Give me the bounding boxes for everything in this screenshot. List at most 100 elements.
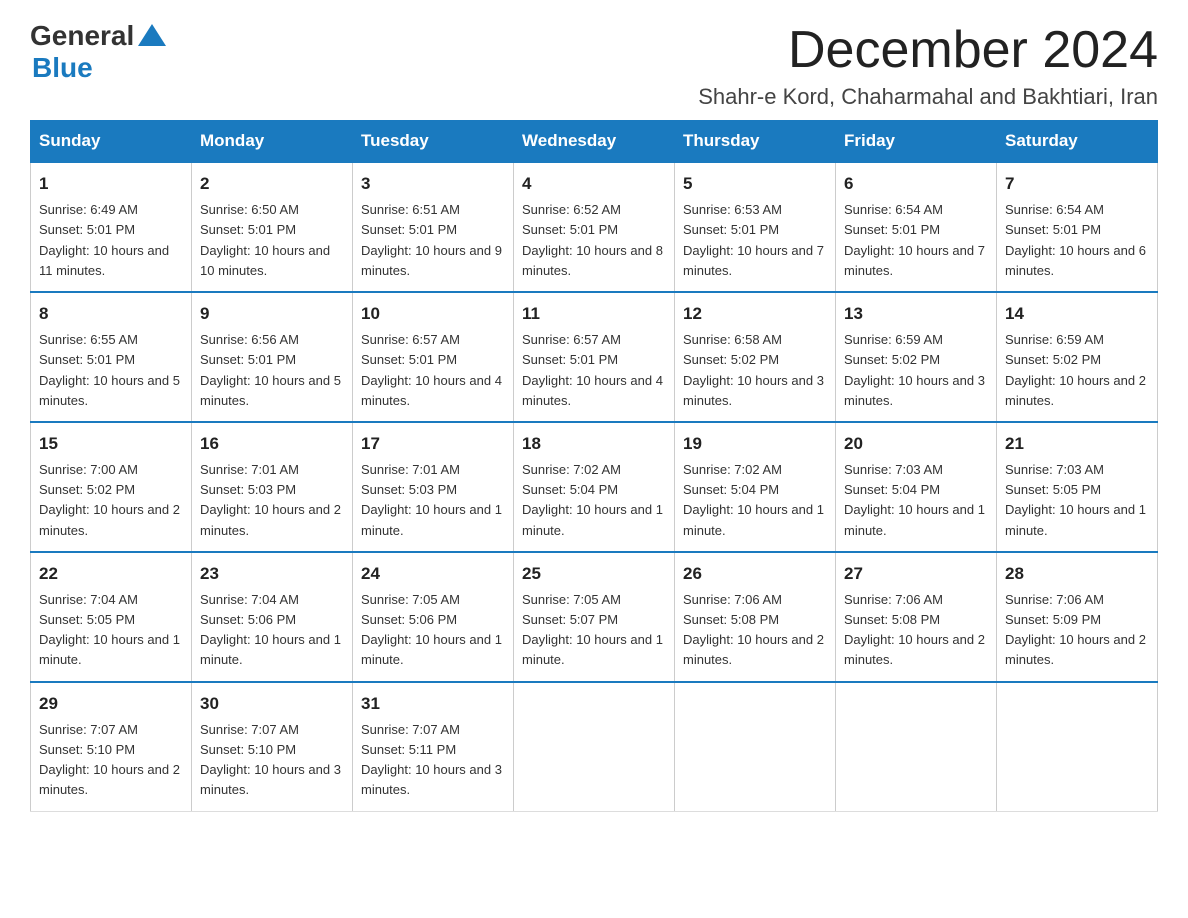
daylight-text: Daylight: 10 hours and 1 minute. [361, 502, 502, 537]
calendar-cell: 2 Sunrise: 6:50 AM Sunset: 5:01 PM Dayli… [192, 162, 353, 292]
sunrise-text: Sunrise: 6:54 AM [844, 202, 943, 217]
calendar-cell: 10 Sunrise: 6:57 AM Sunset: 5:01 PM Dayl… [353, 292, 514, 422]
sunset-text: Sunset: 5:02 PM [683, 352, 779, 367]
sunrise-text: Sunrise: 7:07 AM [361, 722, 460, 737]
day-number: 24 [361, 561, 505, 587]
calendar-cell: 8 Sunrise: 6:55 AM Sunset: 5:01 PM Dayli… [31, 292, 192, 422]
calendar-cell: 21 Sunrise: 7:03 AM Sunset: 5:05 PM Dayl… [997, 422, 1158, 552]
calendar-cell: 23 Sunrise: 7:04 AM Sunset: 5:06 PM Dayl… [192, 552, 353, 682]
calendar-cell: 25 Sunrise: 7:05 AM Sunset: 5:07 PM Dayl… [514, 552, 675, 682]
sunrise-text: Sunrise: 6:57 AM [522, 332, 621, 347]
daylight-text: Daylight: 10 hours and 5 minutes. [39, 373, 180, 408]
sunset-text: Sunset: 5:01 PM [1005, 222, 1101, 237]
daylight-text: Daylight: 10 hours and 1 minute. [683, 502, 824, 537]
daylight-text: Daylight: 10 hours and 4 minutes. [361, 373, 502, 408]
daylight-text: Daylight: 10 hours and 3 minutes. [844, 373, 985, 408]
day-number: 12 [683, 301, 827, 327]
sunrise-text: Sunrise: 7:04 AM [200, 592, 299, 607]
day-number: 26 [683, 561, 827, 587]
sunset-text: Sunset: 5:02 PM [844, 352, 940, 367]
daylight-text: Daylight: 10 hours and 6 minutes. [1005, 243, 1146, 278]
logo: General Blue [30, 20, 166, 84]
calendar-cell: 7 Sunrise: 6:54 AM Sunset: 5:01 PM Dayli… [997, 162, 1158, 292]
calendar-cell: 26 Sunrise: 7:06 AM Sunset: 5:08 PM Dayl… [675, 552, 836, 682]
sunset-text: Sunset: 5:01 PM [683, 222, 779, 237]
day-number: 16 [200, 431, 344, 457]
calendar-cell [514, 682, 675, 811]
day-number: 27 [844, 561, 988, 587]
daylight-text: Daylight: 10 hours and 1 minute. [844, 502, 985, 537]
day-number: 13 [844, 301, 988, 327]
sunrise-text: Sunrise: 7:07 AM [39, 722, 138, 737]
sunset-text: Sunset: 5:08 PM [844, 612, 940, 627]
sunset-text: Sunset: 5:03 PM [361, 482, 457, 497]
sunrise-text: Sunrise: 6:57 AM [361, 332, 460, 347]
sunrise-text: Sunrise: 7:02 AM [522, 462, 621, 477]
day-number: 9 [200, 301, 344, 327]
calendar-cell: 5 Sunrise: 6:53 AM Sunset: 5:01 PM Dayli… [675, 162, 836, 292]
sunset-text: Sunset: 5:01 PM [361, 222, 457, 237]
sunrise-text: Sunrise: 7:00 AM [39, 462, 138, 477]
sunrise-text: Sunrise: 6:53 AM [683, 202, 782, 217]
day-number: 10 [361, 301, 505, 327]
sunset-text: Sunset: 5:04 PM [844, 482, 940, 497]
column-header-monday: Monday [192, 121, 353, 163]
sunrise-text: Sunrise: 6:49 AM [39, 202, 138, 217]
daylight-text: Daylight: 10 hours and 11 minutes. [39, 243, 169, 278]
main-title: December 2024 [698, 20, 1158, 80]
day-number: 19 [683, 431, 827, 457]
daylight-text: Daylight: 10 hours and 1 minute. [522, 632, 663, 667]
calendar-cell: 19 Sunrise: 7:02 AM Sunset: 5:04 PM Dayl… [675, 422, 836, 552]
sunrise-text: Sunrise: 7:01 AM [200, 462, 299, 477]
sunrise-text: Sunrise: 6:50 AM [200, 202, 299, 217]
day-number: 17 [361, 431, 505, 457]
calendar-cell [836, 682, 997, 811]
day-number: 15 [39, 431, 183, 457]
sunset-text: Sunset: 5:08 PM [683, 612, 779, 627]
sunset-text: Sunset: 5:05 PM [39, 612, 135, 627]
sunset-text: Sunset: 5:04 PM [522, 482, 618, 497]
day-number: 31 [361, 691, 505, 717]
column-header-saturday: Saturday [997, 121, 1158, 163]
sunrise-text: Sunrise: 6:59 AM [844, 332, 943, 347]
sunset-text: Sunset: 5:01 PM [39, 352, 135, 367]
sunset-text: Sunset: 5:03 PM [200, 482, 296, 497]
sunset-text: Sunset: 5:06 PM [200, 612, 296, 627]
sunset-text: Sunset: 5:05 PM [1005, 482, 1101, 497]
day-number: 3 [361, 171, 505, 197]
logo-blue-text: Blue [32, 52, 93, 84]
sunrise-text: Sunrise: 6:58 AM [683, 332, 782, 347]
sunset-text: Sunset: 5:10 PM [200, 742, 296, 757]
daylight-text: Daylight: 10 hours and 3 minutes. [683, 373, 824, 408]
day-number: 25 [522, 561, 666, 587]
calendar-cell [997, 682, 1158, 811]
sunrise-text: Sunrise: 7:03 AM [1005, 462, 1104, 477]
sunrise-text: Sunrise: 6:51 AM [361, 202, 460, 217]
logo-triangle-icon [138, 24, 166, 46]
calendar-cell: 30 Sunrise: 7:07 AM Sunset: 5:10 PM Dayl… [192, 682, 353, 811]
day-number: 2 [200, 171, 344, 197]
calendar-week-row: 1 Sunrise: 6:49 AM Sunset: 5:01 PM Dayli… [31, 162, 1158, 292]
sunrise-text: Sunrise: 6:56 AM [200, 332, 299, 347]
sunrise-text: Sunrise: 7:01 AM [361, 462, 460, 477]
daylight-text: Daylight: 10 hours and 1 minute. [361, 632, 502, 667]
sunset-text: Sunset: 5:01 PM [522, 352, 618, 367]
day-number: 4 [522, 171, 666, 197]
daylight-text: Daylight: 10 hours and 2 minutes. [200, 502, 341, 537]
daylight-text: Daylight: 10 hours and 10 minutes. [200, 243, 330, 278]
calendar-cell: 1 Sunrise: 6:49 AM Sunset: 5:01 PM Dayli… [31, 162, 192, 292]
sunrise-text: Sunrise: 6:52 AM [522, 202, 621, 217]
calendar-week-row: 29 Sunrise: 7:07 AM Sunset: 5:10 PM Dayl… [31, 682, 1158, 811]
calendar-week-row: 22 Sunrise: 7:04 AM Sunset: 5:05 PM Dayl… [31, 552, 1158, 682]
daylight-text: Daylight: 10 hours and 7 minutes. [683, 243, 824, 278]
sunrise-text: Sunrise: 7:04 AM [39, 592, 138, 607]
daylight-text: Daylight: 10 hours and 7 minutes. [844, 243, 985, 278]
daylight-text: Daylight: 10 hours and 8 minutes. [522, 243, 663, 278]
day-number: 30 [200, 691, 344, 717]
sunset-text: Sunset: 5:02 PM [1005, 352, 1101, 367]
day-number: 29 [39, 691, 183, 717]
day-number: 11 [522, 301, 666, 327]
day-number: 20 [844, 431, 988, 457]
calendar-cell: 20 Sunrise: 7:03 AM Sunset: 5:04 PM Dayl… [836, 422, 997, 552]
sunset-text: Sunset: 5:01 PM [522, 222, 618, 237]
